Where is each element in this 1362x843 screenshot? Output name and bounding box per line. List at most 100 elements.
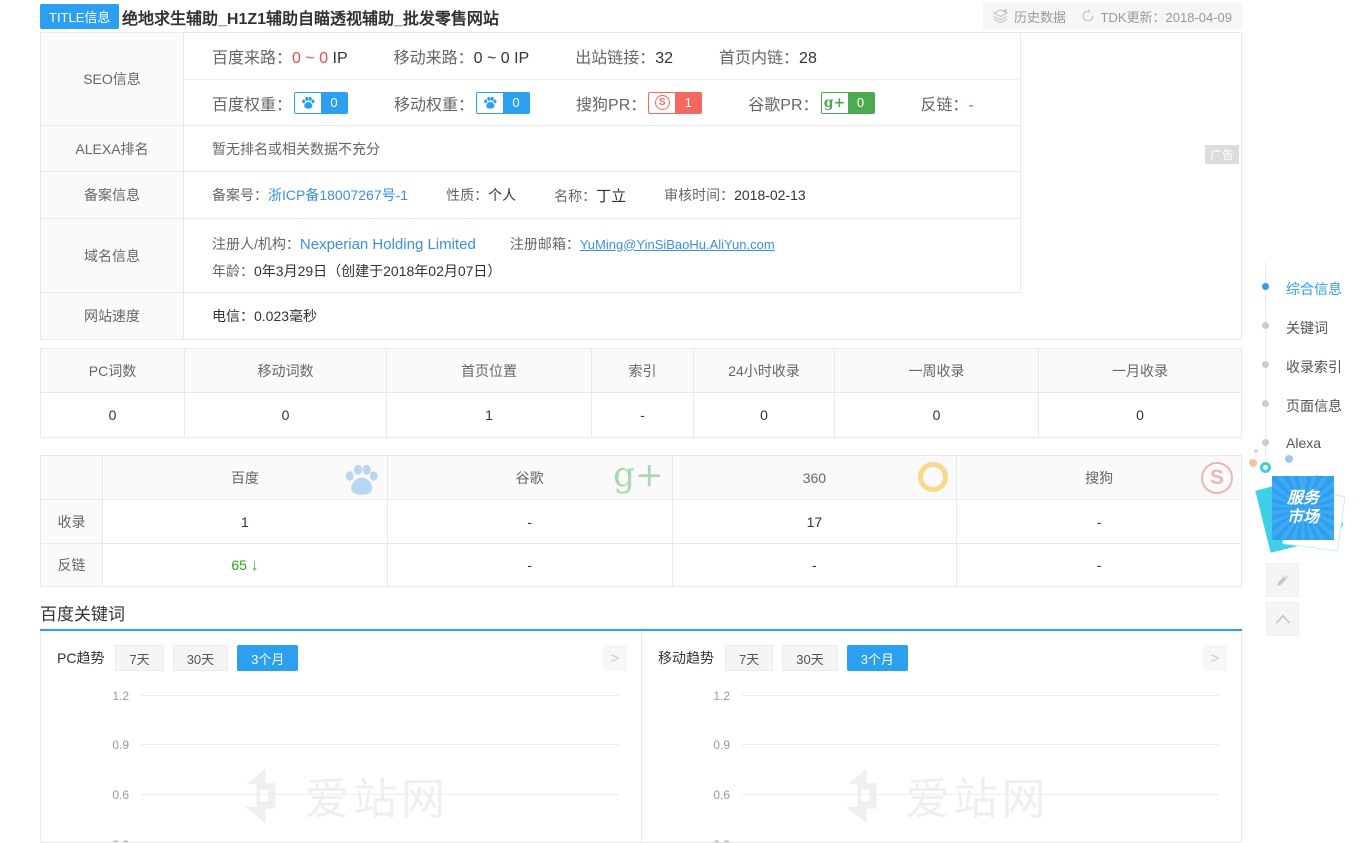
engine-label: 搜狗 — [1085, 468, 1113, 488]
title-badge: TITLE信息 — [40, 4, 119, 29]
sogou-pr-badge[interactable]: S1 — [648, 92, 702, 114]
feedback-button[interactable] — [1266, 563, 1299, 597]
sidebar-item-alexa[interactable]: Alexa — [1286, 435, 1321, 451]
y-tick: 1.2 — [59, 689, 129, 703]
stats-header: 24小时收录 — [693, 349, 834, 392]
top-bar: TITLE信息 绝地求生辅助_H1Z1辅助自瞄透视辅助_批发零售网站 历史数据 … — [0, 0, 1362, 32]
beian-row-label: 备案信息 — [41, 172, 184, 218]
stats-header: 移动词数 — [184, 349, 386, 392]
stats-header: 一周收录 — [834, 349, 1038, 392]
sidebar-item-index[interactable]: 收录索引 — [1286, 357, 1342, 377]
holder-name-label: 名称： — [554, 188, 596, 204]
sidebar-item-overview[interactable]: 综合信息 — [1286, 279, 1342, 299]
inclusion-row: 收录 1 - 17 - — [41, 500, 1241, 543]
stats-value: 0 — [834, 393, 1038, 437]
sidebar-item-pageinfo[interactable]: 页面信息 — [1286, 396, 1342, 416]
mobile-traffic-label: 移动来路： — [394, 50, 474, 67]
engine-header-360: 360 — [672, 456, 957, 499]
baidu-paw-icon — [477, 93, 503, 113]
reg-email-label: 注册邮箱： — [510, 236, 580, 252]
baidu-traffic-value: 0 ~ 0 — [292, 50, 328, 67]
baidu-weight-value: 0 — [321, 93, 347, 113]
aizhan-watermark: 爱站网 — [41, 763, 641, 827]
watermark-text: 爱站网 — [305, 763, 449, 827]
alexa-text: 暂无排名或相关数据不充分 — [212, 139, 380, 159]
back-to-top-button[interactable] — [1266, 602, 1299, 636]
nav-dot — [1262, 322, 1269, 329]
tab-30days[interactable]: 30天 — [173, 645, 228, 671]
baidu-traffic-unit: IP — [328, 50, 348, 67]
service-market-badge[interactable]: 服务 市场 — [1256, 466, 1352, 562]
stats-value: 0 — [693, 393, 834, 437]
stats-value: 0 — [41, 393, 184, 437]
sogou-pr-label: 搜狗PR： — [576, 91, 646, 115]
mobile-weight-value: 0 — [503, 93, 529, 113]
down-arrow-icon: ↓ — [251, 557, 259, 574]
domain-age-value: 0年3月29日（创建于2018年02月07日） — [254, 263, 501, 279]
reg-email-link[interactable]: YuMing@YinSiBaoHu.AliYun.com — [580, 237, 775, 252]
refresh-icon — [1081, 9, 1095, 23]
engine-header-google: 谷歌 g+ — [387, 456, 672, 499]
inclusion-baidu: 1 — [103, 500, 387, 543]
decor-dot — [1254, 449, 1258, 453]
sogou-pr-value: 1 — [675, 93, 701, 113]
speed-row: 网站速度 电信：0.023毫秒 — [41, 292, 1241, 339]
baidu-keywords-title: 百度关键词 — [40, 600, 125, 625]
icp-number-label: 备案号： — [212, 187, 268, 203]
nav-dot — [1262, 361, 1269, 368]
speed-text: 电信：0.023毫秒 — [212, 306, 317, 326]
registrant-link[interactable]: Nexperian Holding Limited — [300, 236, 476, 253]
engine-label: 360 — [803, 470, 826, 486]
aizhan-logo-icon — [233, 766, 291, 824]
y-tick: 1.2 — [660, 689, 730, 703]
domain-age-label: 年龄： — [212, 263, 254, 279]
page-title: 绝地求生辅助_H1Z1辅助自瞄透视辅助_批发零售网站 — [122, 5, 499, 29]
tab-7days[interactable]: 7天 — [115, 645, 163, 671]
inclusion-row-label: 收录 — [41, 500, 103, 543]
y-tick: 0.3 — [59, 838, 129, 842]
y-tick: 0.9 — [59, 738, 129, 752]
chevron-right-icon[interactable]: > — [603, 645, 627, 671]
icp-number-link[interactable]: 浙ICP备18007267号-1 — [268, 187, 408, 203]
stats-value: 0 — [184, 393, 386, 437]
mobile-weight-badge[interactable]: 0 — [476, 92, 530, 114]
tab-3months[interactable]: 3个月 — [847, 645, 908, 671]
mobile-trend-panel: 移动趋势 7天 30天 3个月 > 1.2 0.9 0.6 0.3 爱站网 — [641, 631, 1241, 842]
backlink-label: 反链： — [921, 97, 969, 114]
outlinks-label: 出站链接： — [575, 50, 655, 67]
backlinks-sogou: - — [956, 544, 1241, 586]
backlinks-google: - — [387, 544, 672, 586]
baidu-weight-badge[interactable]: 0 — [294, 92, 348, 114]
holder-name-value: 丁立 — [596, 188, 626, 205]
engine-label: 谷歌 — [516, 468, 544, 488]
google-pr-badge[interactable]: g+0 — [821, 92, 875, 114]
pc-trend-panel: PC趋势 7天 30天 3个月 > 1.2 0.9 0.6 0.3 爱站网 — [41, 631, 641, 842]
google-plus-icon: g+ — [822, 93, 848, 113]
tab-7days[interactable]: 7天 — [725, 645, 773, 671]
sidebar-item-keywords[interactable]: 关键词 — [1286, 318, 1328, 338]
stats-value: 0 — [1038, 393, 1241, 437]
seo-row-label: SEO信息 — [41, 33, 184, 125]
baidu-paw-icon — [343, 462, 379, 499]
homepage-inlinks-label: 首页内链： — [719, 50, 799, 67]
chevron-right-icon[interactable]: > — [1203, 645, 1227, 671]
tab-3months[interactable]: 3个月 — [237, 645, 298, 671]
page: TITLE信息 绝地求生辅助_H1Z1辅助自瞄透视辅助_批发零售网站 历史数据 … — [0, 0, 1362, 843]
stats-value: - — [591, 393, 693, 437]
tdk-update-button[interactable]: TDK更新：2018-04-09 — [1071, 3, 1243, 29]
history-data-label: 历史数据 — [1014, 7, 1066, 26]
trend-panels: PC趋势 7天 30天 3个月 > 1.2 0.9 0.6 0.3 爱站网 移动… — [40, 631, 1242, 843]
layers-icon — [993, 9, 1008, 23]
backlinks-row-label: 反链 — [41, 544, 103, 586]
nav-dot — [1262, 400, 1269, 407]
mobile-weight-label: 移动权重： — [394, 91, 474, 115]
sogou-s-icon: S — [1201, 462, 1233, 494]
backlinks-baidu-value: 65 — [231, 557, 247, 573]
inclusion-sogou: - — [956, 500, 1241, 543]
tab-30days[interactable]: 30天 — [782, 645, 837, 671]
stats-header: PC词数 — [41, 349, 184, 392]
keyword-stats-table: PC词数 移动词数 首页位置 索引 24小时收录 一周收录 一月收录 0 0 1… — [40, 348, 1242, 438]
history-data-button[interactable]: 历史数据 — [983, 3, 1076, 29]
stats-header: 首页位置 — [386, 349, 591, 392]
backlinks-row: 反链 65 ↓ - - - — [41, 543, 1241, 586]
